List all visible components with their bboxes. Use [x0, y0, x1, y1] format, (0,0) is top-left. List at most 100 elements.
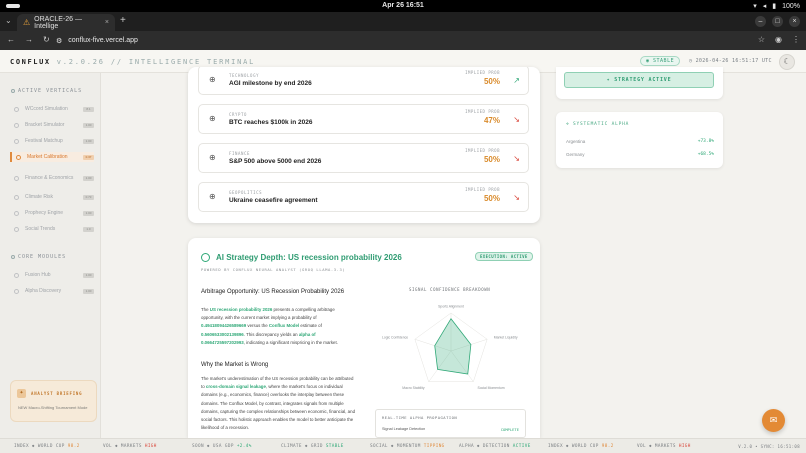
strategy-active-button[interactable]: ✦ STRATEGY ACTIVE	[564, 72, 714, 88]
alpha-label: Germany	[566, 152, 585, 157]
implied-prob-label: IMPLIED PROB	[465, 109, 500, 114]
ticker-stamp: V.2.0 • SYNC: 16:51:08	[738, 444, 800, 449]
sidebar-item-count: 1.00	[83, 288, 94, 294]
moon-icon: ☾	[783, 57, 791, 66]
propagation-status: COMPLETE	[500, 427, 519, 432]
globe-icon: ⊕	[209, 75, 216, 84]
trend-down-icon: ↘	[513, 154, 520, 163]
alpha-row[interactable]: Argentina +73.8%	[566, 139, 714, 144]
forward-icon[interactable]: →	[25, 35, 33, 44]
analyst-briefing-card[interactable]: ✦ ANALYST BRIEFING NEW Macro-Shifting To…	[10, 380, 97, 422]
ticker-value: 98.2	[601, 444, 614, 449]
sidebar-item-count: 1.00	[83, 272, 94, 278]
sidebar-item-bracket-simulator[interactable]: Bracket Simulator 1.00	[10, 120, 94, 130]
market-row[interactable]: ⊕ GEOPOLITICS Ukraine ceasefire agreemen…	[198, 182, 529, 212]
execution-badge: EXECUTION: ACTIVE	[475, 252, 533, 261]
strategy-icon	[201, 253, 210, 262]
market-row[interactable]: ⊕ TECHNOLOGY AGI milestone by end 2026 I…	[198, 67, 529, 95]
minimize-icon[interactable]: –	[755, 16, 766, 27]
sidebar-item-finance-economics[interactable]: Finance & Economics 1.00	[10, 170, 94, 186]
profile-icon[interactable]: ◉	[775, 35, 782, 44]
text-run: . This discrepancy yields an	[243, 331, 299, 337]
sidebar-item-wccord-simulation[interactable]: WCcord Simulation 8.1	[10, 104, 94, 114]
browser-tab[interactable]: ⚠ ORACLE-26 — Intellige ×	[17, 14, 115, 31]
ticker-item: CLIMATE ◆ GRID STABLE	[281, 444, 344, 449]
highlight-run: Conflux Model	[268, 323, 300, 329]
ticker-label: ALPHA ◆ DETECTION	[459, 444, 513, 449]
sidebar: ACTIVE VERTICALS WCcord Simulation 8.1 Br…	[0, 73, 101, 438]
sidebar-item-label: Climate Risk	[25, 194, 54, 200]
sidebar-item-count: 1.00	[83, 138, 94, 144]
header-timestamp: ◷ 2026-04-26 16:51:17 UTC	[689, 58, 772, 64]
active-verticals-title: ACTIVE VERTICALS	[11, 88, 82, 94]
market-category: GEOPOLITICS	[229, 190, 263, 195]
close-window-icon[interactable]: ×	[789, 16, 800, 27]
maximize-icon[interactable]: □	[772, 16, 783, 27]
url-field[interactable]: ⚙ conflux-five.vercel.app	[56, 34, 756, 47]
article-heading: Arbitrage Opportunity: US Recession Prob…	[201, 289, 345, 295]
implied-prob-value: 50%	[483, 155, 500, 164]
tab-list-icon[interactable]: ⌄	[5, 16, 12, 25]
sidebar-item-count: 0.37	[83, 154, 94, 160]
text-run: estimate of	[299, 323, 322, 329]
ticker-item: INDEX ◆ WORLD CUP 98.2	[14, 444, 80, 449]
brand-logo[interactable]: CONFLUX v.2.0.26 // INTELLIGENCE TERMINAL	[10, 58, 255, 66]
os-top-bar: Apr 26 16:51 ▾ ◂ ▮ 100%	[0, 0, 806, 12]
market-question: BTC reaches $100k in 2026	[229, 119, 313, 126]
reload-icon[interactable]: ↻	[43, 35, 50, 44]
ticker-label: VOL ◆ MARKETS	[103, 444, 145, 449]
back-icon[interactable]: ←	[7, 35, 15, 44]
title-text: SYSTEMATIC ALPHA	[573, 122, 630, 127]
ticker-value: ACTIVE	[512, 444, 531, 449]
market-question: S&P 500 above 5000 end 2026	[229, 158, 322, 165]
battery-level: 100%	[782, 2, 800, 10]
module-icon	[14, 272, 19, 278]
brand-version: v.2.0.26 // INTELLIGENCE TERMINAL	[56, 58, 256, 66]
sidebar-item-social-trends[interactable]: Social Trends 1.0	[10, 224, 94, 234]
alpha-row[interactable]: Germany +68.5%	[566, 152, 714, 157]
theme-toggle-button[interactable]: ☾	[779, 54, 795, 70]
trend-icon	[16, 154, 21, 160]
sidebar-item-prophecy-engine[interactable]: Prophecy Engine 1.00	[10, 208, 94, 218]
systematic-alpha-card: ✣ SYSTEMATIC ALPHA Argentina +73.8% Germa…	[556, 112, 723, 168]
sidebar-item-alpha-discovery[interactable]: Alpha Discovery 1.00	[10, 286, 94, 296]
article-paragraph-1: The US recession probability 2026 presen…	[201, 306, 355, 347]
markets-card: ⊕ TECHNOLOGY AGI milestone by end 2026 I…	[188, 67, 540, 223]
sidebar-item-label: Market Calibration	[27, 154, 68, 160]
highlight-run: 0.5606533002139896	[201, 331, 244, 337]
ticker-value: HIGH	[144, 444, 157, 449]
trend-down-icon: ↘	[513, 193, 520, 202]
sidebar-item-label: Prophecy Engine	[25, 210, 64, 216]
sidebar-item-count: 1.0	[83, 226, 94, 232]
ticker-label: CLIMATE ◆ GRID	[281, 444, 326, 449]
close-tab-icon[interactable]: ×	[105, 19, 109, 26]
ticker-item: SOON ◆ USA GDP +2.4%	[192, 444, 252, 449]
ticker-value: HIGH	[678, 444, 691, 449]
strategy-depth-card: AI Strategy Depth: US recession probabil…	[188, 238, 540, 438]
sidebar-item-count: 0.73	[83, 194, 94, 200]
strategy-card: ✦ STRATEGY ACTIVE	[556, 67, 723, 99]
sidebar-item-label: Bracket Simulator	[25, 122, 65, 128]
ticker-label: INDEX ◆ WORLD CUP	[548, 444, 602, 449]
sidebar-item-label: Social Trends	[25, 226, 56, 232]
market-row[interactable]: ⊕ FINANCE S&P 500 above 5000 end 2026 IM…	[198, 143, 529, 173]
signal-radar-chart: Sports Alignment Market Liquidity Social M…	[382, 305, 518, 390]
sidebar-item-fusion-hub[interactable]: Fusion Hub 1.00	[10, 270, 94, 280]
site-info-icon[interactable]: ⚙	[56, 37, 62, 45]
vertical-icon	[14, 194, 19, 200]
bookmark-star-icon[interactable]: ☆	[758, 35, 765, 44]
chat-button[interactable]: ✉	[762, 409, 785, 432]
sidebar-item-market-calibration[interactable]: Market Calibration 0.37	[10, 152, 94, 162]
article-paragraph-2: The market's underestimation of the US r…	[201, 375, 355, 432]
sidebar-item-climate-risk[interactable]: Climate Risk 0.73	[10, 192, 94, 202]
vertical-icon	[14, 106, 19, 112]
trend-down-icon: ↘	[513, 115, 520, 124]
sidebar-item-festival-matchup[interactable]: Festival Matchup 1.00	[10, 136, 94, 146]
powered-by-label: POWERED BY CONFLUX NEURAL ANALYST (GROQ …	[201, 267, 346, 272]
briefing-icon: ✦	[17, 389, 26, 398]
market-row[interactable]: ⊕ CRYPTO BTC reaches $100k in 2026 IMPLI…	[198, 104, 529, 134]
menu-kebab-icon[interactable]: ⋮	[792, 35, 800, 44]
new-tab-button[interactable]: +	[120, 15, 126, 26]
os-clock[interactable]: Apr 26 16:51	[0, 2, 806, 9]
system-tray[interactable]: ▾ ◂ ▮ 100%	[753, 2, 800, 11]
